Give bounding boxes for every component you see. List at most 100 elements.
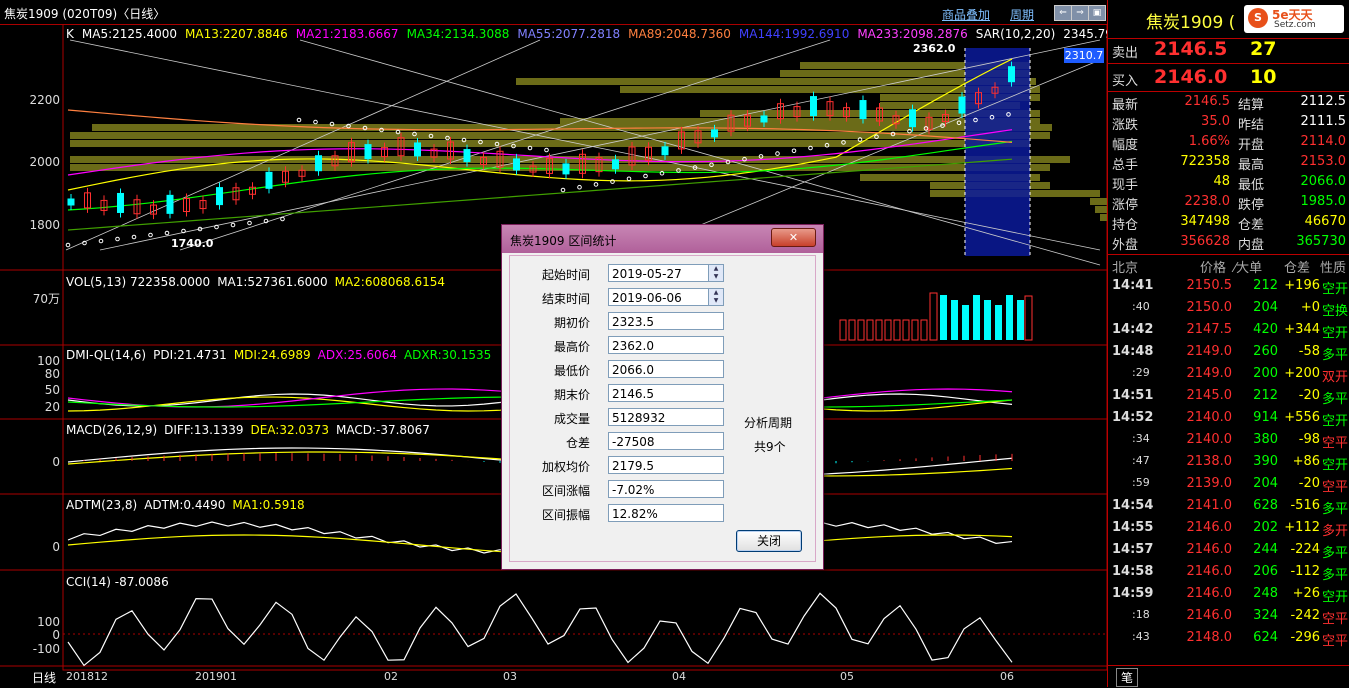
cci-legend-item: CCI(14) -87.0086: [66, 575, 169, 589]
candle: [711, 129, 718, 138]
stats-row: 涨停 2238.0 跌停 1985.0: [1112, 194, 1348, 214]
stat-value: 1.66%: [1188, 134, 1230, 149]
tick-row[interactable]: :40 2150.0 204 +0 空换: [1112, 300, 1348, 320]
tick-vol: 260: [1253, 344, 1278, 359]
tick-row[interactable]: 14:48 2149.0 260 -58 多平: [1112, 344, 1348, 364]
tick-row[interactable]: 14:52 2140.0 914 +556 空开: [1112, 410, 1348, 430]
dialog-body: 起始时间 2019-05-27 ▲ ▼ 结束时间 2019-06-06 ▲ ▼ 期初价 2323.…: [509, 255, 816, 562]
tick-nature: 空开: [1322, 458, 1349, 473]
tick-row[interactable]: 14:58 2146.0 206 -112 多平: [1112, 564, 1348, 584]
stat-value-field[interactable]: 2362.0: [608, 336, 724, 354]
tick-row[interactable]: 14:51 2145.0 212 -20 多平: [1112, 388, 1348, 408]
field-label: 成交量: [553, 412, 590, 426]
main-legend-item: MA21:2183.6667: [295, 27, 399, 41]
tick-header-time: 北京: [1112, 261, 1139, 276]
vol-legend: VOL(5,13) 722358.0000 MA1:527361.6000 MA2:…: [66, 275, 452, 289]
dmi-legend-item: ADX:25.6064: [317, 348, 397, 362]
date-picker-field[interactable]: 2019-06-06 ▲ ▼: [608, 288, 724, 306]
tick-row[interactable]: :59 2139.0 204 -20 空平: [1112, 476, 1348, 496]
tick-row[interactable]: 14:57 2146.0 244 -224 多平: [1112, 542, 1348, 562]
candle: [67, 198, 75, 206]
dmi-y-tick-50: 50: [44, 383, 60, 397]
tick-time: 14:41: [1112, 278, 1154, 293]
dialog-titlebar[interactable]: 焦炭1909 区间统计 ✕: [502, 225, 823, 253]
volume-bar: [973, 295, 980, 340]
x-tick-03: 03: [503, 670, 517, 683]
tick-time: 14:51: [1112, 388, 1154, 403]
sar-dot: [775, 151, 780, 156]
sar-dot: [131, 234, 137, 240]
tick-nature: 空开: [1322, 282, 1349, 297]
sar-dot: [791, 148, 797, 154]
tick-time: :47: [1132, 454, 1150, 467]
stat-value-field[interactable]: 2066.0: [608, 360, 724, 378]
spinner-icon[interactable]: ▲ ▼: [708, 289, 723, 305]
field-label: 区间振幅: [541, 508, 590, 522]
tick-vol: 420: [1253, 322, 1278, 337]
field-value: 2179.5: [612, 459, 654, 473]
field-label: 仓差: [565, 436, 590, 450]
stat-value-field[interactable]: 5128932: [608, 408, 724, 426]
tick-row[interactable]: :29 2149.0 200 +200 双开: [1112, 366, 1348, 386]
stat-value-field[interactable]: 12.82%: [608, 504, 724, 522]
tick-row[interactable]: :43 2148.0 624 -296 空平: [1112, 630, 1348, 650]
tab-ticks[interactable]: 笔: [1116, 668, 1138, 687]
tick-price: 2138.0: [1186, 454, 1233, 469]
spinner-icon[interactable]: ▲ ▼: [708, 265, 723, 281]
volume-profile-bar: [1095, 206, 1107, 213]
candle: [463, 149, 471, 163]
stat-value-field[interactable]: 2146.5: [608, 384, 724, 402]
nav-left-icon[interactable]: ⇐: [1054, 5, 1072, 21]
tick-oi: -98: [1298, 432, 1320, 447]
tick-price: 2146.0: [1186, 586, 1233, 601]
chart-title-bar: 焦炭1909 (020T09)〈日线〉 商品叠加 周期 ⇐ ⇒ ▣: [0, 0, 1107, 25]
price-tag: 2310.7: [1064, 48, 1104, 63]
tick-row[interactable]: :18 2146.0 324 -242 空平: [1112, 608, 1348, 628]
logo-sub: Setz.com: [1274, 20, 1316, 30]
candle: [909, 109, 916, 128]
volume-bar: [962, 305, 969, 340]
tick-row[interactable]: 14:54 2141.0 628 -516 多平: [1112, 498, 1348, 518]
tick-price: 2149.0: [1186, 344, 1233, 359]
main-legend-item: K: [66, 27, 74, 41]
tick-nature: 多平: [1322, 502, 1349, 517]
nav-right-icon[interactable]: ⇒: [1071, 5, 1089, 21]
tick-row[interactable]: 14:42 2147.5 420 +344 空开: [1112, 322, 1348, 342]
sar-dot: [280, 216, 285, 222]
period-link[interactable]: 周期: [1010, 6, 1034, 23]
stat-value-field[interactable]: -27508: [608, 432, 724, 450]
overlay-link[interactable]: 商品叠加: [942, 6, 990, 23]
close-button[interactable]: 关闭: [736, 530, 802, 552]
sell-qty: 27: [1250, 38, 1277, 60]
dialog-close-icon[interactable]: ✕: [771, 228, 816, 247]
tick-row[interactable]: :47 2138.0 390 +86 空开: [1112, 454, 1348, 474]
cci-legend: CCI(14) -87.0086: [66, 575, 176, 589]
quote-header: 焦炭1909 ( S 5e天天 Setz.com: [1108, 0, 1349, 39]
tick-row[interactable]: :34 2140.0 380 -98 空平: [1112, 432, 1348, 452]
tick-price: 2139.0: [1186, 476, 1233, 491]
tick-header-vol: ⁄大单: [1234, 261, 1263, 276]
stat-value-field[interactable]: -7.02%: [608, 480, 724, 498]
tick-oi: -296: [1290, 630, 1320, 645]
stat-value-field[interactable]: 2179.5: [608, 456, 724, 474]
range-stats-dialog[interactable]: 焦炭1909 区间统计 ✕ 起始时间 2019-05-27 ▲ ▼ 结束时间 2019-0…: [501, 224, 824, 570]
tick-oi: -58: [1298, 344, 1320, 359]
tick-row[interactable]: 14:55 2146.0 202 +112 多开: [1112, 520, 1348, 540]
main-legend-item: MA5:2125.4000: [81, 27, 178, 41]
candle: [661, 146, 669, 156]
tick-row[interactable]: 14:41 2150.5 212 +196 空开: [1112, 278, 1348, 298]
maximize-icon[interactable]: ▣: [1088, 5, 1106, 21]
tick-oi: +344: [1284, 322, 1320, 337]
sar-dot: [65, 242, 71, 248]
tick-nature: 空开: [1322, 590, 1349, 605]
tick-list[interactable]: 14:41 2150.5 212 +196 空开:40 2150.0 204 +0 空换 14:4…: [1108, 278, 1349, 654]
field-value: 2362.0: [612, 339, 654, 353]
stat-value-field[interactable]: 2323.5: [608, 312, 724, 330]
main-legend-item: MA233:2098.2876: [857, 27, 968, 41]
date-picker-field[interactable]: 2019-05-27 ▲ ▼: [608, 264, 724, 282]
stats-row: 最新 2146.5 结算 2112.5: [1112, 94, 1348, 114]
field-value: 2066.0: [612, 363, 654, 377]
candle: [760, 115, 768, 123]
tick-time: 14:58: [1112, 564, 1154, 579]
tick-row[interactable]: 14:59 2146.0 248 +26 空开: [1112, 586, 1348, 606]
